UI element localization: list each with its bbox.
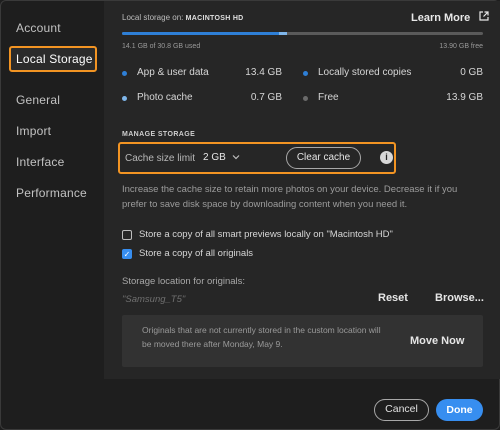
sidebar-item-account[interactable]: Account <box>9 15 97 41</box>
free-text: 13.90 GB free <box>439 43 483 50</box>
used-text: 14.1 GB of 30.8 GB used <box>122 43 201 50</box>
app-data-dot <box>122 71 127 76</box>
cache-size-row: Cache size limit 2 GB Clear cache i <box>118 142 396 174</box>
sidebar-item-interface[interactable]: Interface <box>9 149 97 175</box>
free-dot <box>303 96 308 101</box>
preferences-dialog: Account Local Storage General Import Int… <box>0 0 500 430</box>
stat-label: Free <box>318 92 339 103</box>
usage-bar-app-data <box>122 32 280 35</box>
local-storage-panel: Local storage on: MACINTOSH HD Learn Mor… <box>104 1 500 379</box>
stat-label: Photo cache <box>137 92 193 103</box>
stat-label: App & user data <box>137 67 209 78</box>
manage-storage-title: MANAGE STORAGE <box>122 131 196 138</box>
store-originals-label: Store a copy of all originals <box>139 248 254 259</box>
info-icon[interactable]: i <box>380 151 393 164</box>
notice-message: Originals that are not currently stored … <box>142 325 381 349</box>
smart-previews-label: Store a copy of all smart previews local… <box>139 229 393 240</box>
cache-size-value: 2 GB <box>203 152 226 163</box>
photo-cache-dot <box>122 96 127 101</box>
chevron-down-icon <box>232 152 240 162</box>
cache-description: Increase the cache size to retain more p… <box>122 184 458 210</box>
local-copies-dot <box>303 71 308 76</box>
store-originals-checkbox[interactable]: ✓ <box>122 249 132 259</box>
stat-app-user-data: App & user data 13.4 GB <box>122 67 282 81</box>
move-originals-notice: Originals that are not currently stored … <box>122 315 483 367</box>
learn-more-label: Learn More <box>411 12 471 24</box>
smart-previews-checkbox[interactable] <box>122 230 132 240</box>
sidebar-item-local-storage[interactable]: Local Storage <box>9 46 97 72</box>
stat-free: Free 13.9 GB <box>303 92 483 106</box>
clear-cache-button[interactable]: Clear cache <box>286 147 361 169</box>
stat-value: 13.9 GB <box>446 92 483 103</box>
stat-locally-stored-copies: Locally stored copies 0 GB <box>303 67 483 81</box>
move-now-button[interactable]: Move Now <box>410 335 464 347</box>
sidebar: Account Local Storage General Import Int… <box>1 1 103 391</box>
sidebar-item-general[interactable]: General <box>9 87 97 113</box>
stat-value: 0 GB <box>460 67 483 78</box>
storage-location-path: "Samsung_T5" <box>122 294 186 305</box>
stat-label: Locally stored copies <box>318 67 412 78</box>
storage-location-label: Storage location for originals: <box>122 276 246 287</box>
stat-value: 13.4 GB <box>245 67 282 78</box>
storage-heading-prefix: Local storage on: <box>122 13 184 22</box>
cache-size-label: Cache size limit <box>125 153 196 164</box>
stat-photo-cache: Photo cache 0.7 GB <box>122 92 282 106</box>
smart-previews-checkbox-row[interactable]: Store a copy of all smart previews local… <box>122 229 422 243</box>
external-link-icon <box>479 11 489 24</box>
usage-bar-photo-cache <box>279 32 288 35</box>
drive-name: MACINTOSH HD <box>185 15 244 22</box>
storage-heading: Local storage on: MACINTOSH HD <box>122 13 244 22</box>
cancel-button[interactable]: Cancel <box>374 399 429 421</box>
done-button[interactable]: Done <box>436 399 483 421</box>
sidebar-item-import[interactable]: Import <box>9 118 97 144</box>
cache-size-dropdown[interactable]: 2 GB <box>203 152 240 163</box>
learn-more-link[interactable]: Learn More <box>411 11 489 24</box>
storage-usage-bar <box>122 32 483 35</box>
stat-value: 0.7 GB <box>250 92 282 103</box>
store-originals-checkbox-row[interactable]: ✓ Store a copy of all originals <box>122 248 322 262</box>
sidebar-item-performance[interactable]: Performance <box>9 180 97 206</box>
reset-button[interactable]: Reset <box>378 292 408 304</box>
browse-button[interactable]: Browse... <box>435 292 484 304</box>
